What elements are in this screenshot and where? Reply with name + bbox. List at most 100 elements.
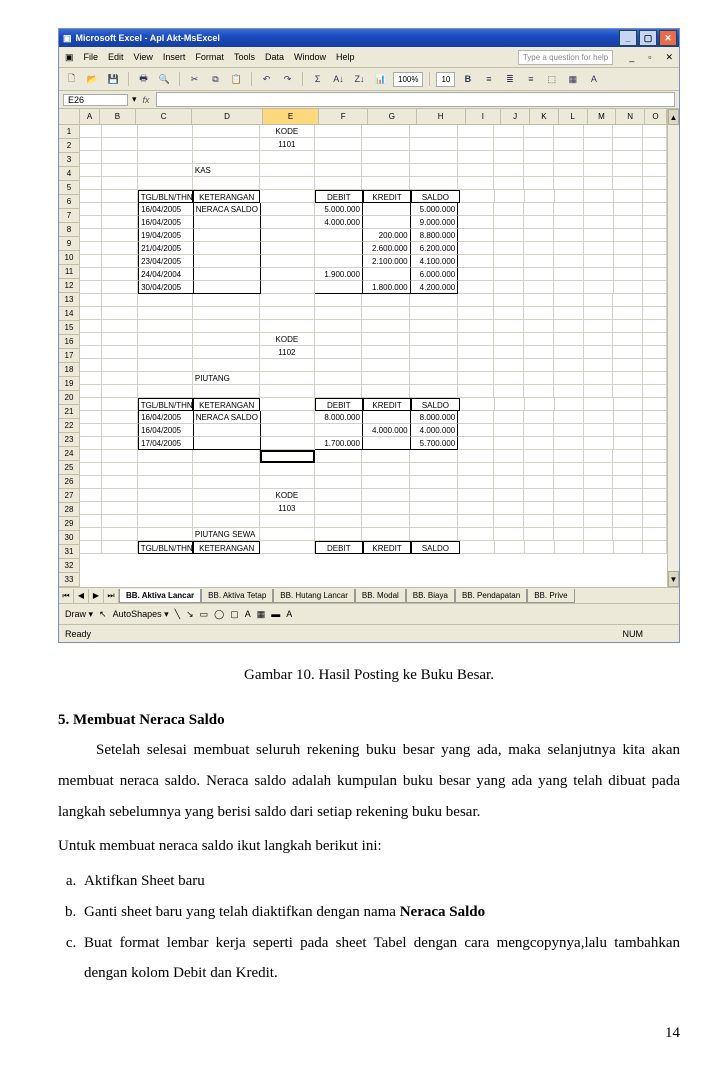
line-color-icon[interactable]: ▬ xyxy=(271,609,280,619)
cell[interactable] xyxy=(138,346,193,359)
sheet-tab[interactable]: BB. Biaya xyxy=(406,589,455,603)
cell[interactable]: 4.100.000 xyxy=(411,255,459,268)
cell[interactable] xyxy=(193,463,260,476)
cell[interactable] xyxy=(458,411,494,424)
cell[interactable] xyxy=(554,307,584,320)
cell[interactable] xyxy=(614,216,644,229)
chart-icon[interactable]: 📊 xyxy=(372,71,389,88)
textbox-icon[interactable]: ▢ xyxy=(230,609,239,620)
cell[interactable] xyxy=(643,502,667,515)
cell[interactable] xyxy=(102,255,138,268)
cell[interactable]: 30/04/2005 xyxy=(138,281,194,294)
new-icon[interactable]: 🗋 xyxy=(63,71,80,88)
cell[interactable] xyxy=(643,359,667,372)
cell[interactable] xyxy=(193,346,260,359)
cell[interactable] xyxy=(458,177,494,190)
cell[interactable]: 21/04/2005 xyxy=(138,242,194,255)
cell[interactable] xyxy=(410,476,458,489)
cell[interactable] xyxy=(458,333,494,346)
cell[interactable] xyxy=(102,424,138,437)
cell[interactable] xyxy=(494,424,524,437)
cell[interactable] xyxy=(315,489,363,502)
scroll-down-icon[interactable]: ▼ xyxy=(668,571,679,587)
row-header[interactable]: 32 xyxy=(59,559,80,573)
cell[interactable] xyxy=(614,190,644,203)
cell[interactable] xyxy=(458,216,494,229)
cell[interactable] xyxy=(494,281,524,294)
cell[interactable] xyxy=(584,411,614,424)
cell[interactable] xyxy=(494,216,524,229)
vertical-scrollbar[interactable]: ▲ ▼ xyxy=(667,109,679,587)
cell[interactable]: 1.900.000 xyxy=(315,268,363,281)
menu-data[interactable]: Data xyxy=(265,52,284,62)
cell[interactable] xyxy=(138,333,193,346)
cell[interactable] xyxy=(458,476,494,489)
cell[interactable] xyxy=(315,281,363,294)
row-header[interactable]: 5 xyxy=(59,181,80,195)
cell[interactable] xyxy=(643,411,667,424)
cell[interactable] xyxy=(524,307,554,320)
cell[interactable] xyxy=(362,359,410,372)
cell[interactable] xyxy=(80,489,102,502)
cell[interactable] xyxy=(643,463,667,476)
tab-nav-prev[interactable]: ◀ xyxy=(74,589,89,603)
cell[interactable] xyxy=(80,385,102,398)
row-header[interactable]: 20 xyxy=(59,391,80,405)
cell[interactable] xyxy=(260,307,315,320)
cell[interactable] xyxy=(138,515,193,528)
cell[interactable] xyxy=(494,177,524,190)
cell[interactable] xyxy=(138,450,193,463)
doc-minimize[interactable]: _ xyxy=(629,52,634,62)
sort-asc-icon[interactable]: A↓ xyxy=(330,71,347,88)
col-header[interactable]: G xyxy=(368,109,417,125)
cell[interactable]: KODE xyxy=(260,125,315,138)
cell[interactable] xyxy=(260,190,314,203)
cell[interactable]: KREDIT xyxy=(363,398,411,411)
cell[interactable] xyxy=(460,398,496,411)
row-header[interactable]: 17 xyxy=(59,349,80,363)
cell[interactable] xyxy=(643,307,667,320)
cell[interactable] xyxy=(613,164,643,177)
cell[interactable] xyxy=(458,125,494,138)
cell[interactable] xyxy=(102,359,138,372)
cell[interactable]: PIUTANG SEWA xyxy=(193,528,260,541)
autoshapes-menu[interactable]: AutoShapes ▾ xyxy=(113,609,169,620)
cell[interactable]: NERACA SALDO xyxy=(194,411,261,424)
cell[interactable] xyxy=(554,515,584,528)
cell[interactable] xyxy=(102,437,138,450)
cell[interactable] xyxy=(102,203,138,216)
cell[interactable] xyxy=(410,333,458,346)
cell[interactable] xyxy=(410,502,458,515)
cell[interactable] xyxy=(80,216,102,229)
col-header[interactable]: D xyxy=(192,109,262,125)
cell[interactable] xyxy=(494,294,524,307)
cell[interactable] xyxy=(362,489,410,502)
cell[interactable] xyxy=(315,528,363,541)
cell[interactable] xyxy=(102,190,138,203)
cell[interactable] xyxy=(458,502,494,515)
cell[interactable] xyxy=(525,190,555,203)
cell[interactable] xyxy=(362,294,410,307)
cell[interactable] xyxy=(193,385,260,398)
cell[interactable] xyxy=(80,333,102,346)
cell[interactable] xyxy=(80,268,102,281)
cell[interactable] xyxy=(102,151,138,164)
cell[interactable] xyxy=(643,541,666,554)
cell[interactable]: SALDO xyxy=(411,398,459,411)
cell[interactable] xyxy=(525,541,555,554)
cell[interactable]: 9.000.000 xyxy=(411,216,459,229)
cell[interactable] xyxy=(554,138,584,151)
cell[interactable] xyxy=(494,320,524,333)
cell[interactable] xyxy=(584,229,614,242)
row-header[interactable]: 3 xyxy=(59,153,80,167)
cell[interactable] xyxy=(410,346,458,359)
cell[interactable] xyxy=(363,411,411,424)
cell[interactable] xyxy=(138,463,193,476)
cell[interactable] xyxy=(193,450,260,463)
cell[interactable] xyxy=(362,450,410,463)
cell[interactable] xyxy=(193,476,260,489)
row-header[interactable]: 14 xyxy=(59,307,80,321)
cell[interactable] xyxy=(613,476,643,489)
cell[interactable] xyxy=(102,164,138,177)
oval-icon[interactable]: ◯ xyxy=(214,609,224,620)
